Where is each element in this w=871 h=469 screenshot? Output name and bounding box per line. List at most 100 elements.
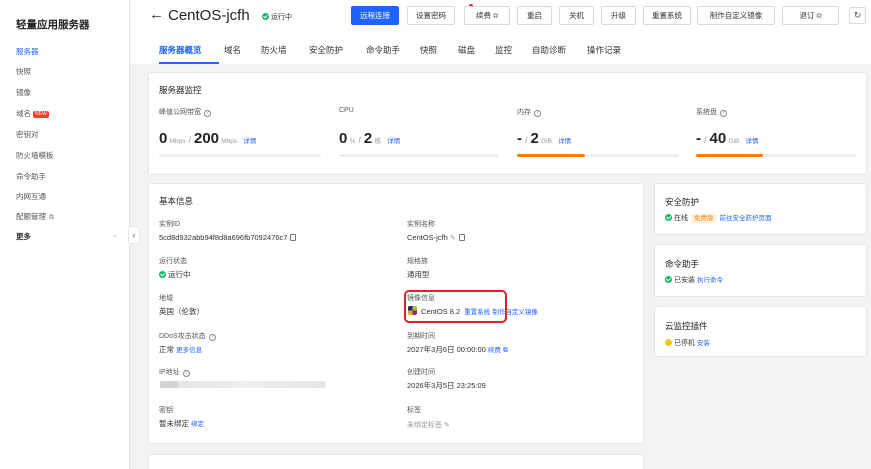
command-status: 已安装 执行命令 [665, 274, 723, 285]
expire-label: 到期时间 [407, 333, 435, 340]
sidebar-item-keypairs[interactable]: 密钥对 [16, 128, 39, 142]
tab-disk[interactable]: 磁盘 [458, 44, 475, 56]
security-page-link[interactable]: 前往安全防护页面 [720, 215, 772, 222]
shutdown-button[interactable]: 关机 [559, 6, 594, 25]
check-circle-icon [665, 276, 672, 283]
bandwidth-metric: 0 Mbps/200 Mbps 详情 [159, 130, 257, 147]
instance-name-value: CentOS-jcfh ✎ [407, 233, 465, 242]
tab-snapshot[interactable]: 快照 [420, 44, 437, 56]
create-custom-image-button[interactable]: 制作自定义镜像 [697, 6, 775, 25]
ddos-more-link[interactable]: 更多信息 [176, 347, 202, 354]
sidebar-item-snapshots[interactable]: 快照 [16, 65, 31, 79]
help-icon[interactable]: ? [182, 370, 190, 377]
run-status-value: 运行中 [159, 269, 191, 280]
tab-firewall[interactable]: 防火墙 [261, 44, 287, 56]
renew-label: 续费 [476, 11, 491, 20]
monitor-card [148, 72, 867, 175]
created-value: 2026年3月5日 23:25:09 [407, 381, 486, 390]
region-value: 英国（伦敦） [159, 307, 204, 316]
sidebar-item-servers[interactable]: 服务器 [16, 45, 39, 59]
sidebar: 轻量应用服务器 服务器 快照 镜像 域名 NEW 密钥对 防火墙模板 命令助手 内… [0, 0, 130, 469]
ip-label: IP地址? [159, 367, 190, 377]
sidebar-item-quota[interactable]: 配额管理 ⧉ [16, 210, 54, 224]
sidebar-item-images[interactable]: 镜像 [16, 86, 31, 100]
sidebar-title: 轻量应用服务器 [16, 19, 90, 31]
monitor-title: 服务器监控 [159, 85, 202, 95]
edit-icon[interactable]: ✎ [444, 421, 450, 429]
instance-name-label: 实例名称 [407, 221, 435, 228]
basic-info-card [148, 183, 644, 444]
chevron-down-icon[interactable]: ⌄ [112, 231, 118, 239]
bandwidth-progress [159, 154, 321, 157]
sidebar-item-domains[interactable]: 域名 NEW [16, 107, 49, 121]
upgrade-button[interactable]: 升级 [601, 6, 636, 25]
tab-operation-log[interactable]: 操作记录 [587, 44, 621, 56]
refresh-icon[interactable]: ↻ [849, 7, 866, 24]
execute-command-link[interactable]: 执行命令 [697, 277, 723, 284]
run-status-label: 运行状态 [159, 258, 187, 265]
copy-icon[interactable] [290, 234, 297, 241]
renew-link[interactable]: 续费 [488, 347, 501, 354]
sidebar-item-intranet[interactable]: 内网互通 [16, 190, 46, 204]
check-circle-icon [159, 271, 166, 278]
new-badge: NEW [33, 111, 49, 118]
sidebar-item-firewall-templates[interactable]: 防火墙模板 [16, 149, 54, 163]
cpu-progress [339, 154, 499, 157]
check-circle-icon [262, 13, 269, 20]
sidebar-item-more[interactable]: 更多 [16, 230, 31, 244]
disk-metric: -/40 GiB 详情 [696, 130, 759, 147]
metric-label: 内存? [517, 107, 541, 117]
metric-label: CPU [339, 107, 354, 114]
instance-id-label: 实例ID [159, 221, 180, 228]
created-label: 创建时间 [407, 369, 435, 376]
security-title: 安全防护 [665, 197, 700, 207]
tab-security[interactable]: 安全防护 [309, 44, 343, 56]
region-label: 地域 [159, 295, 173, 302]
active-tab-indicator [159, 62, 219, 64]
stopped-icon [665, 339, 672, 346]
next-card [148, 454, 644, 469]
help-icon[interactable]: ? [534, 110, 541, 117]
detail-link[interactable]: 详情 [243, 138, 256, 145]
memory-metric: -/2 GiB 详情 [517, 130, 572, 147]
header: ← CentOS-jcfh 运行中 远程连接 设置密码 续费 ⧉ 重启 关机 升级… [131, 0, 871, 64]
restart-button[interactable]: 重启 [517, 6, 552, 25]
ddos-label: DDoS攻击状态? [159, 331, 216, 341]
tab-domain[interactable]: 域名 [224, 44, 241, 56]
back-arrow-icon[interactable]: ← [149, 6, 164, 23]
renew-button[interactable]: 续费 ⧉ [464, 6, 510, 25]
spec-family-value: 通用型 [407, 270, 430, 279]
tab-monitor[interactable]: 监控 [495, 44, 512, 56]
install-link[interactable]: 安装 [697, 340, 710, 347]
bind-key-link[interactable]: 绑定 [191, 421, 204, 428]
help-icon[interactable]: ? [204, 110, 211, 117]
external-link-icon: ⧉ [816, 13, 822, 20]
status-text: 运行中 [271, 14, 292, 21]
expire-value: 2027年3月6日 00:00:00 续费 ⧉ [407, 345, 508, 354]
copy-icon[interactable] [458, 234, 465, 241]
edit-icon[interactable]: ✎ [450, 234, 456, 242]
set-password-button[interactable]: 设置密码 [407, 6, 455, 25]
unsubscribe-button[interactable]: 退订 ⧉ [782, 6, 839, 25]
detail-link[interactable]: 详情 [387, 138, 400, 145]
cpu-metric: 0 %/2 核 详情 [339, 130, 401, 147]
tab-diagnosis[interactable]: 自助诊断 [532, 44, 566, 56]
tab-command[interactable]: 命令助手 [366, 44, 400, 56]
help-icon[interactable]: ? [208, 334, 216, 341]
command-title: 命令助手 [665, 259, 700, 269]
ddos-value: 正常 更多信息 [159, 345, 203, 354]
free-edition-badge: 免费版 [691, 214, 717, 223]
sidebar-item-command-assistant[interactable]: 命令助手 [16, 170, 46, 184]
cloud-monitor-status: 已停机 安装 [665, 337, 710, 348]
detail-link[interactable]: 详情 [558, 138, 571, 145]
tag-value: 未绑定标签 ✎ [407, 421, 450, 429]
detail-link[interactable]: 详情 [746, 138, 759, 145]
reset-system-button[interactable]: 重置系统 [643, 6, 691, 25]
cloud-monitor-title: 云监控插件 [665, 321, 708, 331]
security-card [654, 183, 867, 235]
metric-label: 峰值公网带宽? [159, 107, 211, 117]
help-icon[interactable]: ? [720, 110, 727, 117]
tab-overview[interactable]: 服务器概览 [159, 44, 202, 56]
remote-connect-button[interactable]: 远程连接 [351, 6, 399, 25]
instance-id-value: 5cd8d932abb94f8d8a696fb7092476c7 [159, 233, 297, 242]
